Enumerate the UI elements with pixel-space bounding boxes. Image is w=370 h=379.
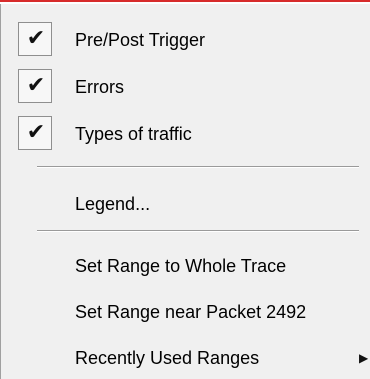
menu-separator xyxy=(37,230,359,232)
checkmark-icon: ✔ xyxy=(26,119,46,144)
checked-state-box: ✔ xyxy=(18,22,52,56)
menu-item-pre-post-trigger[interactable]: ✔ Pre/Post Trigger xyxy=(1,18,370,62)
top-accent-line xyxy=(0,0,370,2)
menu-item-label: Recently Used Ranges xyxy=(75,348,260,368)
submenu-arrow-icon: ▶ xyxy=(359,351,369,365)
menu-item-recently-used-ranges[interactable]: Recently Used Ranges ▶ xyxy=(1,336,370,379)
menu-separator xyxy=(37,166,359,168)
menu-item-label: Legend... xyxy=(75,194,151,214)
menu-item-label: Set Range to Whole Trace xyxy=(75,256,287,276)
menu-item-label: Types of traffic xyxy=(75,124,192,144)
checkmark-icon: ✔ xyxy=(26,25,46,50)
menu-item-label: Pre/Post Trigger xyxy=(75,30,206,50)
menu-item-types-of-traffic[interactable]: ✔ Types of traffic xyxy=(1,112,370,156)
menu-item-label: Set Range near Packet 2492 xyxy=(75,302,307,322)
screen: ✔ Pre/Post Trigger ✔ Errors ✔ Types of t… xyxy=(0,0,370,379)
checked-state-box: ✔ xyxy=(18,69,52,103)
checkmark-icon: ✔ xyxy=(26,72,46,97)
menu-item-set-range-near-packet[interactable]: Set Range near Packet 2492 xyxy=(1,290,370,334)
menu-item-legend[interactable]: Legend... xyxy=(1,182,370,226)
context-menu: ✔ Pre/Post Trigger ✔ Errors ✔ Types of t… xyxy=(0,4,370,379)
checked-state-box: ✔ xyxy=(18,116,52,150)
menu-item-label: Errors xyxy=(75,77,124,97)
menu-item-errors[interactable]: ✔ Errors xyxy=(1,65,370,109)
menu-item-set-range-whole-trace[interactable]: Set Range to Whole Trace xyxy=(1,244,370,288)
